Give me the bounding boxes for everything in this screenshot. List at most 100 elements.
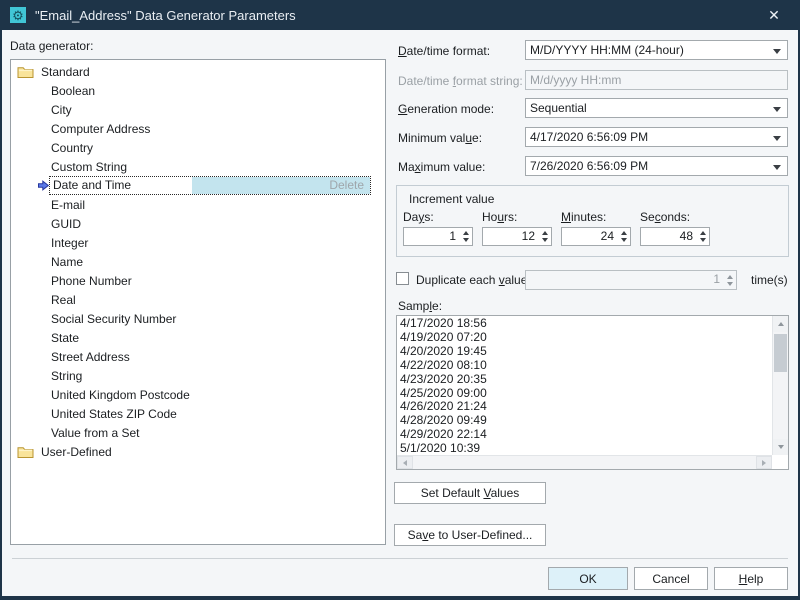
cancel-button[interactable]: Cancel xyxy=(634,567,708,590)
tree-item-phone-number[interactable]: Phone Number xyxy=(11,271,385,290)
tree-item-united-kingdom-postcode[interactable]: United Kingdom Postcode xyxy=(11,385,385,404)
sample-row: 4/17/2020 18:56 xyxy=(400,317,772,331)
scroll-down-icon[interactable] xyxy=(773,439,788,455)
tree-item-street-address[interactable]: Street Address xyxy=(11,347,385,366)
vertical-scrollbar[interactable] xyxy=(772,316,788,455)
days-stepper[interactable]: 1 xyxy=(403,227,473,246)
increment-value-group: Increment value Days: 1 Hours: 12 Minute… xyxy=(396,185,789,257)
format-string-input: M/d/yyyy HH:mm xyxy=(525,70,788,90)
minimum-value-combo[interactable]: 4/17/2020 6:56:09 PM xyxy=(525,127,788,147)
duplicate-each-value-label: Duplicate each value xyxy=(416,273,527,287)
minimum-value-label: Minimum value: xyxy=(398,131,482,145)
set-default-values-label: Set Default Values xyxy=(421,486,520,500)
increment-value-title: Increment value xyxy=(409,192,494,206)
tree-item-standard[interactable]: Standard xyxy=(11,62,385,81)
close-icon[interactable]: ✕ xyxy=(764,7,784,23)
spinner-arrows-icon[interactable] xyxy=(538,228,551,245)
duplicate-count-value: 1 xyxy=(526,271,723,289)
tree-item-boolean[interactable]: Boolean xyxy=(11,81,385,100)
tree-item-user-defined[interactable]: User-Defined xyxy=(11,442,385,461)
minutes-value: 24 xyxy=(562,228,617,245)
days-label: Days: xyxy=(403,210,473,224)
minutes-stepper[interactable]: 24 xyxy=(561,227,631,246)
selected-tree-item[interactable]: Date and TimeDelete xyxy=(49,176,371,195)
scroll-left-icon[interactable] xyxy=(397,456,413,469)
sample-list[interactable]: 4/17/2020 18:564/19/2020 07:204/20/2020 … xyxy=(396,315,789,470)
hours-value: 12 xyxy=(483,228,538,245)
seconds-label: Seconds: xyxy=(640,210,710,224)
sample-row: 5/1/2020 10:39 xyxy=(400,442,772,455)
minimum-value-value: 4/17/2020 6:56:09 PM xyxy=(530,130,648,144)
sample-row: 4/20/2020 19:45 xyxy=(400,345,772,359)
tree-item-name[interactable]: Name xyxy=(11,252,385,271)
sample-row: 4/19/2020 07:20 xyxy=(400,331,772,345)
tree-item-integer[interactable]: Integer xyxy=(11,233,385,252)
tree-item-guid[interactable]: GUID xyxy=(11,214,385,233)
format-string-label: Date/time format string: xyxy=(398,74,523,88)
hours-stepper[interactable]: 12 xyxy=(482,227,552,246)
tree-item-state[interactable]: State xyxy=(11,328,385,347)
sample-row: 4/28/2020 09:49 xyxy=(400,414,772,428)
duplicate-each-value-checkbox[interactable] xyxy=(396,272,409,285)
chevron-down-icon xyxy=(773,49,781,54)
tree-item-string[interactable]: String xyxy=(11,366,385,385)
help-label: Help xyxy=(739,572,764,586)
generation-mode-combo[interactable]: Sequential xyxy=(525,98,788,118)
maximum-value-label: Maximum value: xyxy=(398,160,485,174)
spinner-arrows-icon[interactable] xyxy=(696,228,709,245)
footer-separator xyxy=(12,558,788,559)
tree-item-value-from-a-set[interactable]: Value from a Set xyxy=(11,423,385,442)
tree-item-united-states-zip-code[interactable]: United States ZIP Code xyxy=(11,404,385,423)
tree-item-e-mail[interactable]: E-mail xyxy=(11,195,385,214)
vertical-scrollbar-thumb[interactable] xyxy=(774,334,787,372)
selected-arrow-icon xyxy=(38,180,49,191)
horizontal-scrollbar[interactable] xyxy=(397,455,772,469)
tree-item-country[interactable]: Country xyxy=(11,138,385,157)
ok-button[interactable]: OK xyxy=(548,567,628,590)
minutes-label: Minutes: xyxy=(561,210,631,224)
chevron-down-icon xyxy=(773,107,781,112)
delete-inline-button[interactable]: Delete xyxy=(192,177,370,194)
datetime-format-value: M/D/YYYY HH:MM (24-hour) xyxy=(530,43,684,57)
window-title: "Email_Address" Data Generator Parameter… xyxy=(35,8,296,23)
tree-item-custom-string[interactable]: Custom String xyxy=(11,157,385,176)
spinner-arrows-icon xyxy=(723,271,736,289)
data-generator-tree[interactable]: StandardBooleanCityComputer AddressCount… xyxy=(10,59,386,545)
hours-label: Hours: xyxy=(482,210,552,224)
help-button[interactable]: Help xyxy=(714,567,788,590)
tree-item-social-security-number[interactable]: Social Security Number xyxy=(11,309,385,328)
spinner-arrows-icon[interactable] xyxy=(459,228,472,245)
sample-list-rows: 4/17/2020 18:564/19/2020 07:204/20/2020 … xyxy=(397,316,772,455)
sample-row: 4/23/2020 20:35 xyxy=(400,373,772,387)
set-default-values-button[interactable]: Set Default Values xyxy=(394,482,546,504)
duplicate-count-stepper: 1 xyxy=(525,270,737,290)
maximum-value-value: 7/26/2020 6:56:09 PM xyxy=(530,159,648,173)
sample-row: 4/29/2020 22:14 xyxy=(400,428,772,442)
tree-item-city[interactable]: City xyxy=(11,100,385,119)
scroll-right-icon[interactable] xyxy=(756,456,772,469)
chevron-down-icon xyxy=(773,165,781,170)
format-string-value: M/d/yyyy HH:mm xyxy=(530,73,621,87)
cancel-label: Cancel xyxy=(652,572,689,586)
sample-label: Sample: xyxy=(398,299,442,313)
datetime-format-label: Date/time format: xyxy=(398,44,490,58)
gear-icon: ⚙ xyxy=(10,7,26,23)
datetime-format-combo[interactable]: M/D/YYYY HH:MM (24-hour) xyxy=(525,40,788,60)
dialog-body: Data generator: StandardBooleanCityCompu… xyxy=(2,30,798,596)
folder-icon xyxy=(17,445,34,459)
seconds-stepper[interactable]: 48 xyxy=(640,227,710,246)
tree-item-date-and-time[interactable]: Date and TimeDelete xyxy=(11,176,385,195)
spinner-arrows-icon[interactable] xyxy=(617,228,630,245)
sample-row: 4/22/2020 08:10 xyxy=(400,359,772,373)
generation-mode-label: Generation mode: xyxy=(398,102,494,116)
tree-item-real[interactable]: Real xyxy=(11,290,385,309)
tree-item-computer-address[interactable]: Computer Address xyxy=(11,119,385,138)
data-generator-label: Data generator: xyxy=(10,39,93,53)
scroll-up-icon[interactable] xyxy=(773,316,788,332)
title-bar: ⚙ "Email_Address" Data Generator Paramet… xyxy=(0,0,800,30)
chevron-down-icon xyxy=(773,136,781,141)
ok-label: OK xyxy=(579,572,596,586)
generation-mode-value: Sequential xyxy=(530,101,587,115)
maximum-value-combo[interactable]: 7/26/2020 6:56:09 PM xyxy=(525,156,788,176)
save-to-user-defined-button[interactable]: Save to User-Defined... xyxy=(394,524,546,546)
